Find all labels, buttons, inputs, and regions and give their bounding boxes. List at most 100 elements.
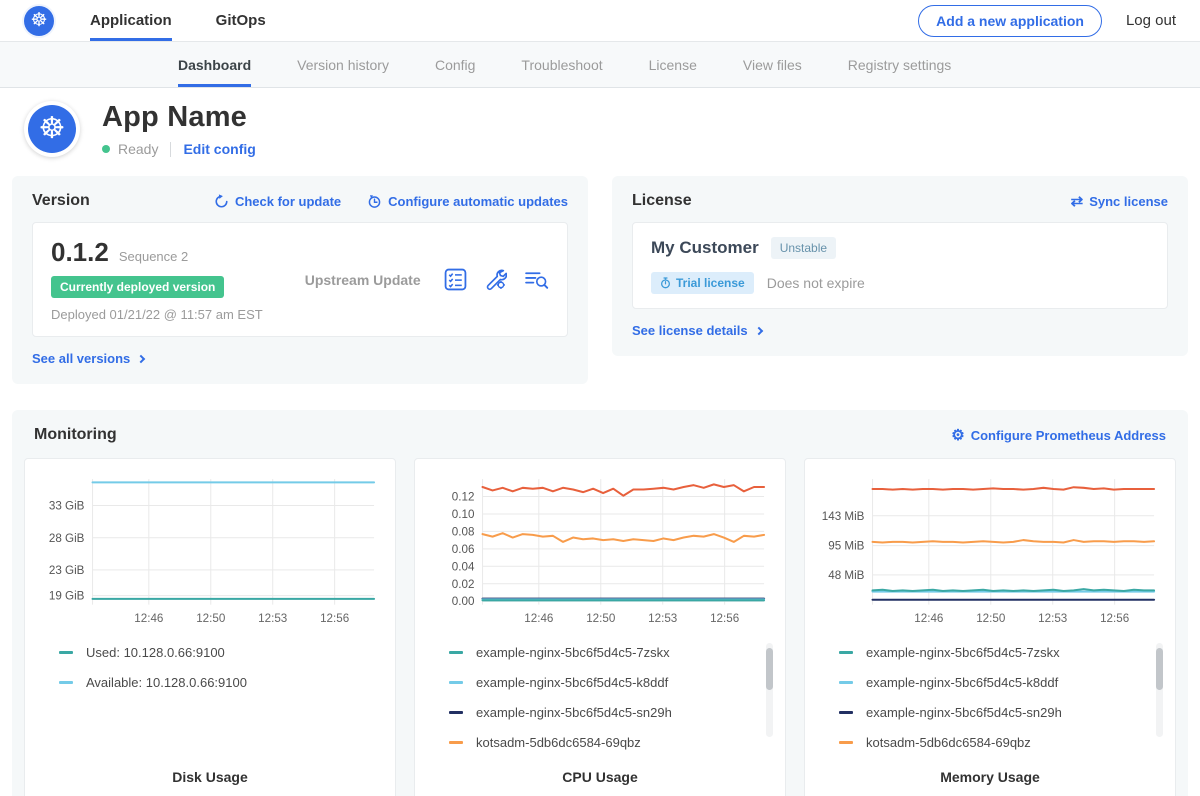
svg-text:33 GiB: 33 GiB xyxy=(49,500,85,513)
subnav-tab-config[interactable]: Config xyxy=(435,42,475,87)
logout-button[interactable]: Log out xyxy=(1126,12,1176,29)
chart-panel-memory-usage: 12:4612:5012:5312:5648 MiB95 MiB143 MiBe… xyxy=(804,458,1176,796)
add-application-button[interactable]: Add a new application xyxy=(918,5,1102,37)
sync-license-link[interactable]: ⇄ Sync license xyxy=(1071,194,1168,209)
cards-row: Version Check for update Configure autom… xyxy=(0,172,1200,384)
deployed-status-badge: Currently deployed version xyxy=(51,276,224,298)
sync-arrows-icon: ⇄ xyxy=(1071,194,1084,209)
kubernetes-logo-icon: ☸ xyxy=(24,6,54,36)
legend-series-name: example-nginx-5bc6f5d4c5-k8ddf xyxy=(476,675,668,690)
configure-automatic-updates-link[interactable]: Configure automatic updates xyxy=(367,194,568,209)
legend-swatch-icon xyxy=(59,681,73,684)
edit-config-link[interactable]: Edit config xyxy=(183,141,255,157)
legend-item: Used: 10.128.0.66:9100 xyxy=(59,645,373,660)
svg-text:0.06: 0.06 xyxy=(452,543,475,556)
legend-series-name: kotsadm-5db6dc6584-69qbz xyxy=(476,735,641,750)
svg-text:12:50: 12:50 xyxy=(196,612,226,625)
legend-series-name: example-nginx-5bc6f5d4c5-sn29h xyxy=(866,705,1062,720)
wrench-gear-icon[interactable] xyxy=(484,268,507,291)
sequence-label: Sequence 2 xyxy=(119,249,188,264)
top-tab-gitops[interactable]: GitOps xyxy=(216,0,266,41)
status-dot-icon xyxy=(102,145,110,153)
subnav-tab-view-files[interactable]: View files xyxy=(743,42,802,87)
chart-legend: Used: 10.128.0.66:9100 Available: 10.128.… xyxy=(33,643,387,769)
subnav-tab-registry-settings[interactable]: Registry settings xyxy=(848,42,951,87)
legend-swatch-icon xyxy=(839,651,853,654)
check-for-update-link[interactable]: Check for update xyxy=(214,194,341,209)
svg-text:0.00: 0.00 xyxy=(452,595,475,608)
svg-text:12:50: 12:50 xyxy=(586,612,616,625)
top-nav-spacer xyxy=(266,0,918,41)
legend-item: example-nginx-5bc6f5d4c5-7zskx xyxy=(449,645,763,660)
subnav-tab-license[interactable]: License xyxy=(649,42,697,87)
svg-text:12:53: 12:53 xyxy=(258,612,287,625)
chart-plot-memory-usage: 12:4612:5012:5312:5648 MiB95 MiB143 MiB xyxy=(813,471,1167,631)
version-card: Version Check for update Configure autom… xyxy=(12,176,588,384)
svg-text:12:53: 12:53 xyxy=(648,612,677,625)
svg-text:28 GiB: 28 GiB xyxy=(49,532,85,545)
legend-item: Available: 10.128.0.66:9100 xyxy=(59,675,373,690)
svg-text:0.12: 0.12 xyxy=(452,491,475,504)
legend-item: example-nginx-5bc6f5d4c5-k8ddf xyxy=(449,675,763,690)
page-title: App Name xyxy=(102,101,256,134)
top-tab-application[interactable]: Application xyxy=(90,0,172,41)
stopwatch-icon xyxy=(660,277,671,289)
file-search-icon[interactable] xyxy=(524,268,549,291)
chart-legend: example-nginx-5bc6f5d4c5-7zskx example-ng… xyxy=(813,643,1167,769)
license-detail-panel: My Customer Unstable Trial license Does … xyxy=(632,222,1168,309)
legend-scrollbar xyxy=(1156,643,1163,737)
license-card-title: License xyxy=(632,192,692,210)
svg-text:143 MiB: 143 MiB xyxy=(822,510,865,523)
current-version-panel: 0.1.2 Sequence 2 Currently deployed vers… xyxy=(32,222,568,337)
checklist-icon[interactable] xyxy=(444,268,467,291)
legend-series-name: kotsadm-5db6dc6584-69qbz xyxy=(866,735,1031,750)
legend-series-name: Available: 10.128.0.66:9100 xyxy=(86,675,247,690)
svg-text:12:46: 12:46 xyxy=(524,612,553,625)
legend-item: example-nginx-5bc6f5d4c5-sn29h xyxy=(839,705,1153,720)
chart-title-memory-usage: Memory Usage xyxy=(813,769,1167,785)
legend-item: example-nginx-5bc6f5d4c5-7zskx xyxy=(839,645,1153,660)
monitoring-card: Monitoring ⚙ Configure Prometheus Addres… xyxy=(12,410,1188,796)
configure-prometheus-link[interactable]: ⚙ Configure Prometheus Address xyxy=(951,428,1166,443)
top-nav: ☸ Application GitOps Add a new applicatio… xyxy=(0,0,1200,42)
legend-item: example-nginx-5bc6f5d4c5-k8ddf xyxy=(839,675,1153,690)
app-header: ☸ App Name Ready Edit config xyxy=(0,88,1200,172)
app-sub-nav: Dashboard Version history Config Troublesho… xyxy=(0,42,1200,88)
svg-text:0.10: 0.10 xyxy=(452,508,475,521)
legend-scrollbar-thumb[interactable] xyxy=(1156,648,1163,690)
legend-item: example-nginx-5bc6f5d4c5-sn29h xyxy=(449,705,763,720)
legend-scrollbar xyxy=(766,643,773,737)
version-card-title: Version xyxy=(32,192,90,210)
legend-scrollbar-thumb[interactable] xyxy=(766,648,773,690)
subnav-tab-version-history[interactable]: Version history xyxy=(297,42,389,87)
chart-title-disk-usage: Disk Usage xyxy=(33,769,387,785)
chart-panel-disk-usage: 12:4612:5012:5312:5619 GiB23 GiB28 GiB33… xyxy=(24,458,396,796)
svg-text:12:46: 12:46 xyxy=(914,612,943,625)
see-license-details-link[interactable]: See license details xyxy=(632,323,762,338)
legend-series-name: Used: 10.128.0.66:9100 xyxy=(86,645,225,660)
svg-text:12:46: 12:46 xyxy=(134,612,163,625)
svg-text:12:56: 12:56 xyxy=(710,612,739,625)
legend-item: kotsadm-5db6dc6584-69qbz xyxy=(449,735,763,750)
svg-text:23 GiB: 23 GiB xyxy=(49,564,85,577)
legend-item: kotsadm-5db6dc6584-69qbz xyxy=(839,735,1153,750)
top-nav-tabs: Application GitOps xyxy=(90,0,266,41)
subnav-tab-dashboard[interactable]: Dashboard xyxy=(178,42,251,87)
legend-swatch-icon xyxy=(839,681,853,684)
legend-series-name: example-nginx-5bc6f5d4c5-7zskx xyxy=(476,645,670,660)
legend-series-name: example-nginx-5bc6f5d4c5-sn29h xyxy=(476,705,672,720)
svg-text:0.08: 0.08 xyxy=(452,525,475,538)
chart-plot-disk-usage: 12:4612:5012:5312:5619 GiB23 GiB28 GiB33… xyxy=(33,471,387,631)
chevron-right-icon xyxy=(754,326,762,334)
chevron-right-icon xyxy=(137,354,145,362)
legend-swatch-icon xyxy=(449,651,463,654)
version-number: 0.1.2 xyxy=(51,237,109,268)
deployed-timestamp: Deployed 01/21/22 @ 11:57 am EST xyxy=(51,307,263,322)
customer-name: My Customer xyxy=(651,238,759,258)
svg-text:0.04: 0.04 xyxy=(452,560,475,573)
update-source-label: Upstream Update xyxy=(305,272,421,288)
svg-text:12:56: 12:56 xyxy=(320,612,349,625)
chart-panel-cpu-usage: 12:4612:5012:5312:560.000.020.040.060.08… xyxy=(414,458,786,796)
see-all-versions-link[interactable]: See all versions xyxy=(32,351,144,366)
subnav-tab-troubleshoot[interactable]: Troubleshoot xyxy=(521,42,602,87)
